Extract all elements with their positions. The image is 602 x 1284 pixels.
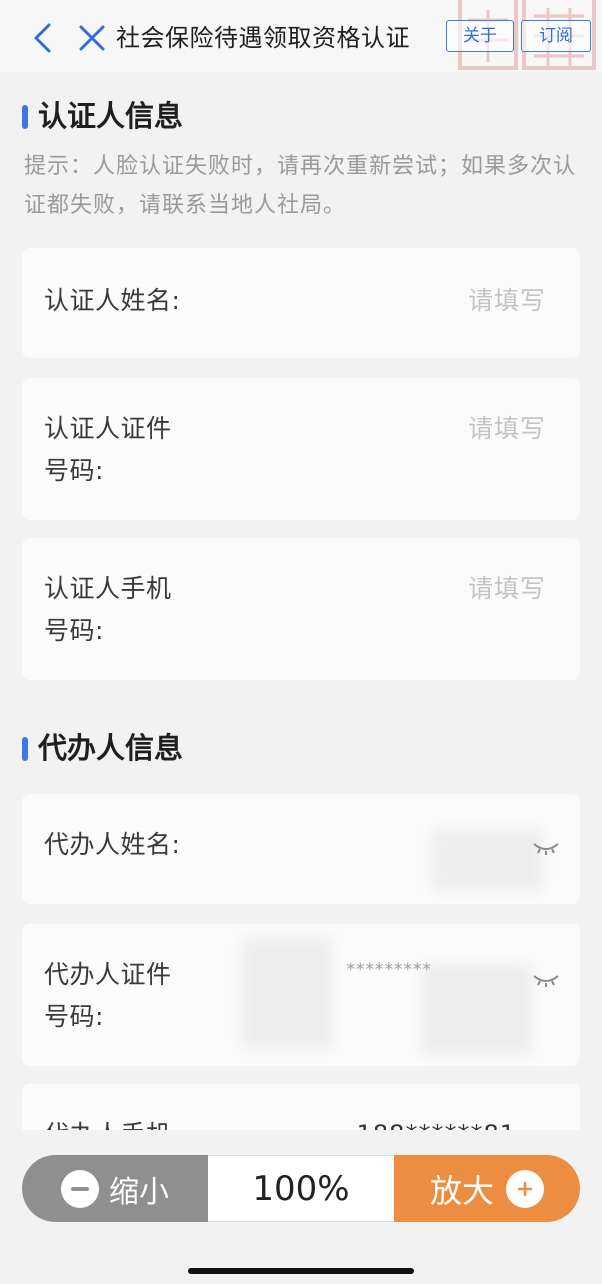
section-accent-bar	[22, 105, 28, 129]
section-accent-bar	[22, 737, 28, 761]
field-label: 认证人证件号码:	[44, 414, 172, 485]
certifier-phone-field[interactable]: 认证人手机号码: 请填写	[22, 538, 580, 680]
certifier-phone-input[interactable]: 请填写	[468, 568, 546, 610]
field-label: 代办人证件号码:	[44, 960, 172, 1031]
zoom-out-label: 缩小	[109, 1174, 169, 1210]
field-label: 认证人姓名:	[44, 286, 181, 315]
redacted-block	[422, 964, 532, 1054]
redacted-block	[432, 830, 542, 890]
agent-id-value: *********	[346, 960, 432, 980]
minus-icon	[61, 1169, 99, 1208]
agent-name-field[interactable]: 代办人姓名:	[22, 794, 580, 904]
about-button[interactable]: 关于	[446, 20, 514, 52]
section-title-text: 认证人信息	[38, 99, 184, 133]
close-icon[interactable]	[76, 22, 108, 54]
field-label: 认证人手机号码:	[44, 574, 172, 645]
home-indicator	[188, 1268, 414, 1274]
field-label: 代办人姓名:	[44, 830, 181, 859]
hint-text: 提示：人脸认证失败时，请再次重新尝试；如果多次认证都失败，请联系当地人社局。	[24, 154, 577, 218]
eye-closed-icon[interactable]	[532, 838, 560, 856]
zoom-in-label: 放大	[429, 1171, 494, 1210]
back-icon[interactable]	[28, 20, 58, 56]
nav-bar: 社会保险待遇领取资格认证 关于 订阅	[0, 0, 602, 72]
agent-id-field[interactable]: 代办人证件号码: *********	[22, 924, 580, 1066]
subscribe-button[interactable]: 订阅	[521, 20, 591, 52]
zoom-control: 缩小 100% 放大	[22, 1155, 580, 1222]
certifier-name-field[interactable]: 认证人姓名: 请填写	[22, 248, 580, 358]
section-title-text: 代办人信息	[38, 731, 184, 765]
zoom-out-button[interactable]: 缩小	[22, 1155, 208, 1222]
plus-icon	[506, 1169, 544, 1208]
redacted-block	[242, 938, 332, 1048]
zoom-in-button[interactable]: 放大	[394, 1155, 580, 1222]
certifier-id-input[interactable]: 请填写	[468, 408, 546, 450]
section-title-certifier: 认证人信息	[22, 96, 183, 136]
section-title-agent: 代办人信息	[22, 728, 183, 768]
zoom-level-display: 100%	[208, 1155, 394, 1222]
certifier-name-input[interactable]: 请填写	[468, 280, 546, 322]
eye-closed-icon[interactable]	[532, 970, 560, 988]
page-title: 社会保险待遇领取资格认证	[116, 24, 410, 52]
certifier-id-field[interactable]: 认证人证件号码: 请填写	[22, 378, 580, 520]
